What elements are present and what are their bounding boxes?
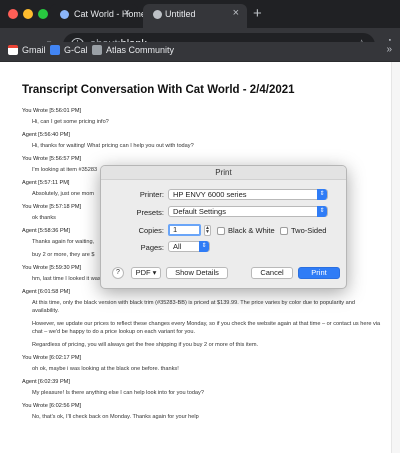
message-item: You Wrote [5:56:01 PM] Hi, can I get some…	[22, 107, 382, 126]
folder-icon	[92, 45, 102, 55]
message-text: No, that's ok, I'll check back on Monday…	[32, 414, 199, 420]
tab-bar: Cat World - Home × Untitled × +	[0, 0, 400, 28]
minimize-window-button[interactable]	[23, 9, 33, 19]
new-tab-button[interactable]: +	[253, 5, 262, 22]
message-item: You Wrote [6:02:17 PM] oh ok, maybe i was…	[22, 354, 382, 373]
copies-input[interactable]: 1	[168, 224, 201, 236]
message-body: Hi, can I get some pricing info?	[32, 118, 382, 126]
bookmark-atlas-community[interactable]: Atlas Community	[92, 45, 174, 55]
copies-stepper[interactable]: ▲ ▼	[204, 225, 211, 236]
message-item: You Wrote [6:02:56 PM] No, that's ok, I'l…	[22, 402, 382, 421]
tab-title: Untitled	[165, 9, 196, 19]
message-item: Agent [6:02:39 PM] My pleasure! Is there …	[22, 378, 382, 397]
message-text: However, we update our prices to reflect…	[32, 321, 381, 335]
pages-value: All	[173, 242, 182, 251]
chevron-updown-icon: ⇕	[317, 206, 327, 217]
message-author: Agent [5:56:40 PM]	[22, 132, 70, 138]
tab-favicon-icon	[60, 10, 69, 19]
dialog-title: Print	[101, 166, 346, 180]
message-author: You Wrote [5:56:57 PM]	[22, 156, 82, 162]
chevron-down-icon: ▾	[152, 268, 157, 277]
presets-value: Default Settings	[173, 207, 226, 216]
tab-cat-world-home[interactable]: Cat World - Home ×	[50, 4, 146, 28]
message-body: oh ok, maybe i was looking at the black …	[32, 365, 382, 373]
pdf-menu-button[interactable]: PDF ▾	[131, 267, 161, 279]
message-body: At this time, only the black version wit…	[32, 299, 382, 349]
bookmark-gmail[interactable]: Gmail	[8, 45, 46, 55]
calendar-icon	[50, 45, 60, 55]
chevron-updown-icon: ⇕	[199, 241, 209, 252]
message-author: Agent [6:02:39 PM]	[22, 379, 70, 385]
black-white-checkbox[interactable]	[217, 227, 225, 235]
tab-close-icon[interactable]: ×	[124, 7, 130, 19]
message-text: At this time, only the black version wit…	[32, 300, 355, 314]
bookmarks-bar: Gmail G-Cal Atlas Community »	[0, 42, 400, 62]
printer-value: HP ENVY 6000 series	[173, 190, 247, 199]
maximize-window-button[interactable]	[38, 9, 48, 19]
chevron-updown-icon: ⇕	[317, 189, 327, 200]
page-title: Transcript Conversation With Cat World -…	[22, 84, 295, 96]
presets-select[interactable]: Default Settings ⇕	[168, 206, 328, 217]
scrollbar[interactable]	[391, 62, 400, 453]
message-author: Agent [6:01:58 PM]	[22, 289, 70, 295]
pages-select[interactable]: All ⇕	[168, 241, 210, 252]
printer-select[interactable]: HP ENVY 6000 series ⇕	[168, 189, 328, 200]
message-body: No, that's ok, I'll check back on Monday…	[32, 413, 382, 421]
tab-untitled[interactable]: Untitled ×	[143, 4, 247, 28]
message-text: My pleasure! Is there anything else I ca…	[32, 390, 204, 396]
message-body: Hi, thanks for waiting! What pricing can…	[32, 142, 382, 150]
message-text: Hi, thanks for waiting! What pricing can…	[32, 143, 194, 149]
message-text: oh ok, maybe i was looking at the black …	[32, 366, 179, 372]
message-text: Hi, can I get some pricing info?	[32, 119, 109, 125]
two-sided-label: Two-Sided	[291, 226, 327, 235]
bookmark-gcal[interactable]: G-Cal	[50, 45, 88, 55]
more-bookmarks-icon[interactable]: »	[386, 44, 392, 55]
show-details-button[interactable]: Show Details	[166, 267, 228, 279]
tab-title: Cat World - Home	[74, 9, 146, 19]
message-item: Agent [5:56:40 PM] Hi, thanks for waiting…	[22, 131, 382, 150]
printer-label: Printer:	[139, 190, 164, 199]
message-item: Agent [6:01:58 PM] At this time, only the…	[22, 288, 382, 349]
copies-label: Copies:	[138, 226, 164, 235]
message-text: Regardless of pricing, you will always g…	[32, 342, 259, 348]
help-button[interactable]: ?	[112, 267, 124, 279]
close-window-button[interactable]	[8, 9, 18, 19]
message-body: My pleasure! Is there anything else I ca…	[32, 389, 382, 397]
black-white-label: Black & White	[228, 226, 275, 235]
presets-label: Presets:	[136, 208, 164, 217]
tab-favicon-icon	[153, 10, 162, 19]
message-author: You Wrote [5:56:01 PM]	[22, 108, 82, 114]
two-sided-checkbox[interactable]	[280, 227, 288, 235]
gmail-icon	[8, 45, 18, 55]
message-author: You Wrote [6:02:17 PM]	[22, 355, 82, 361]
print-button[interactable]: Print	[298, 267, 340, 279]
pages-label: Pages:	[140, 243, 164, 252]
cancel-button[interactable]: Cancel	[251, 267, 293, 279]
tab-close-icon[interactable]: ×	[233, 7, 239, 19]
message-author: You Wrote [6:02:56 PM]	[22, 403, 82, 409]
